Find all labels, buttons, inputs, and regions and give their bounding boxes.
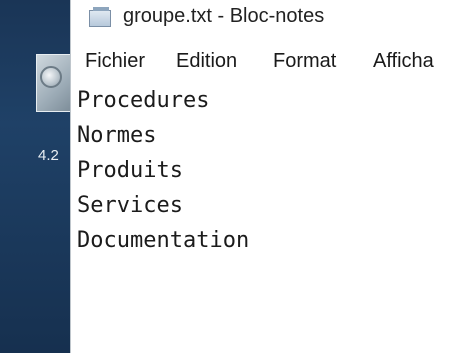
menu-edition[interactable]: Edition: [176, 50, 237, 73]
editor-line: Services: [77, 193, 183, 218]
notepad-window: groupe.txt - Bloc-notes Fichier Edition …: [70, 0, 453, 353]
editor-line: Produits: [77, 158, 183, 183]
desktop-background: [0, 0, 72, 353]
menu-bar: Fichier Edition Format Afficha: [71, 46, 453, 80]
text-editor-area[interactable]: Procedures Normes Produits Services Docu…: [77, 84, 453, 353]
desktop-partial-text: 4.2: [38, 147, 59, 164]
menu-format[interactable]: Format: [273, 50, 336, 73]
title-bar[interactable]: groupe.txt - Bloc-notes: [71, 0, 453, 40]
window-title: groupe.txt - Bloc-notes: [123, 5, 325, 27]
menu-fichier[interactable]: Fichier: [85, 50, 145, 73]
editor-line: Procedures: [77, 88, 210, 113]
gear-icon: [40, 66, 62, 88]
notepad-icon: [89, 7, 111, 27]
editor-line: Documentation: [77, 228, 250, 253]
screen: 4.2 groupe.txt - Bloc-notes Fichier Edit…: [0, 0, 453, 353]
menu-affichage[interactable]: Afficha: [373, 50, 434, 73]
editor-line: Normes: [77, 123, 157, 148]
